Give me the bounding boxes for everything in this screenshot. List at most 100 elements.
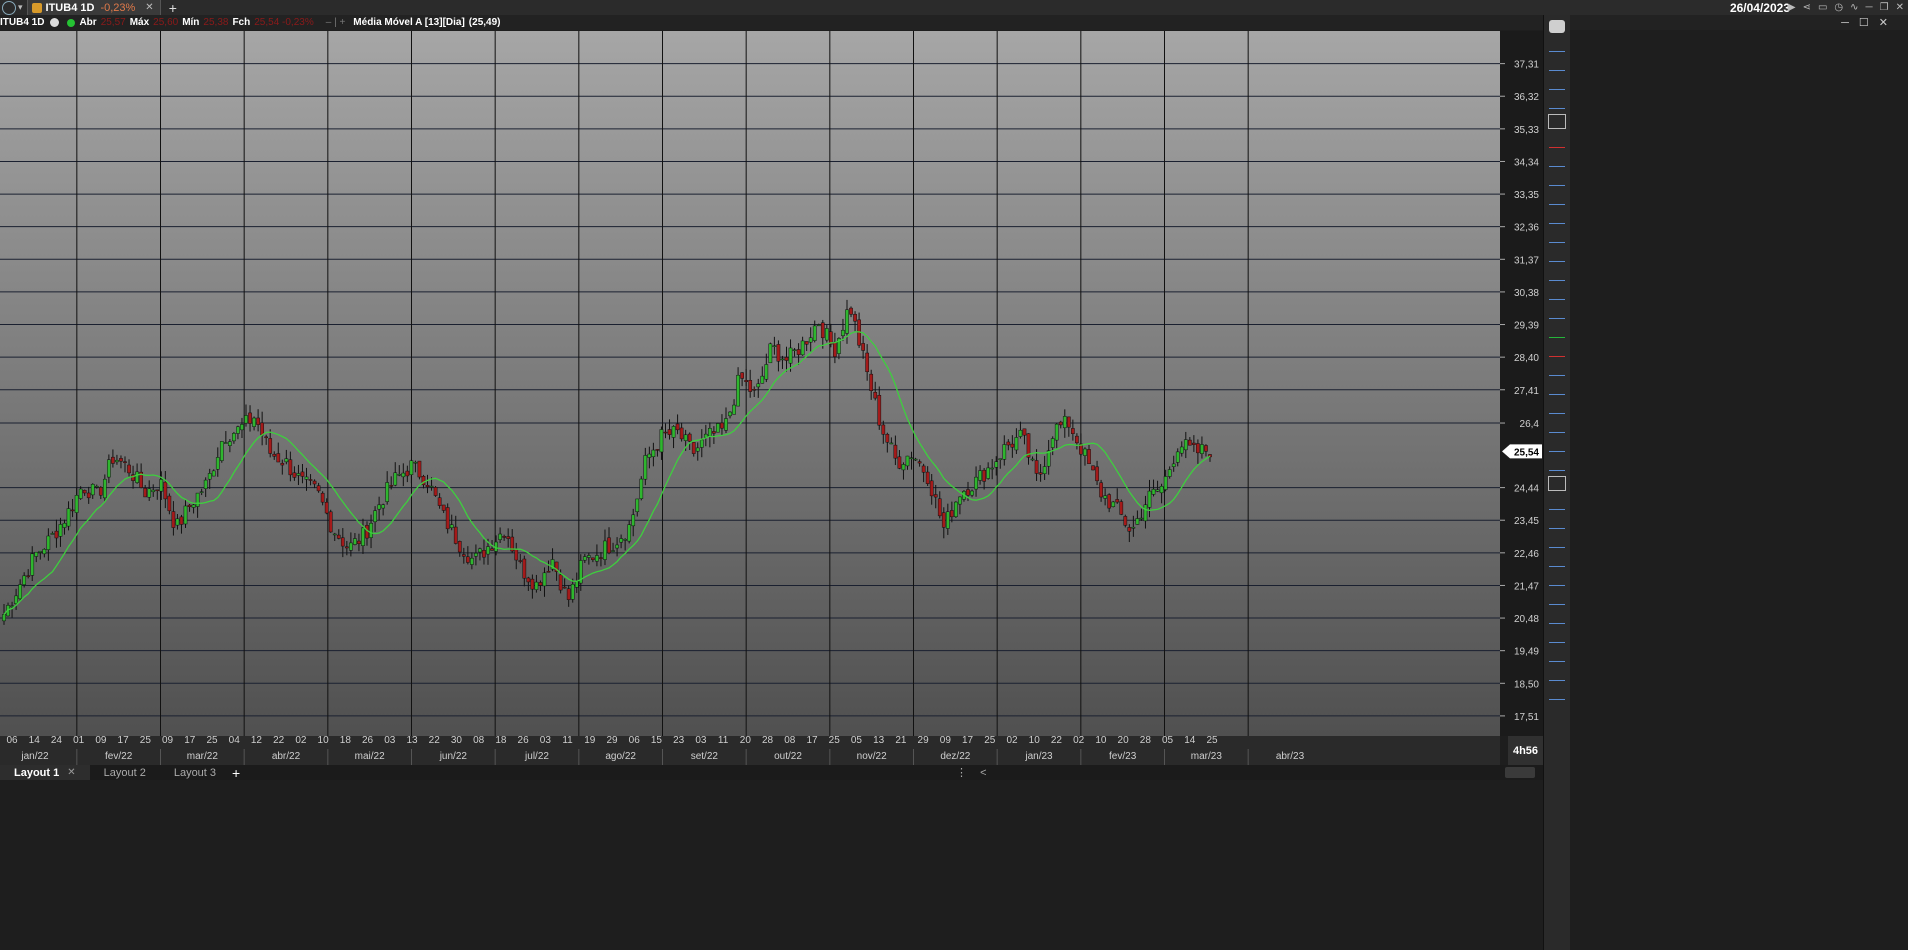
day-tick-label: 12 <box>251 735 263 746</box>
text-icon[interactable] <box>1549 305 1565 319</box>
minimize-icon[interactable]: ─ <box>1866 2 1873 13</box>
fibonacci-icon[interactable] <box>1549 362 1565 376</box>
candle-body <box>171 511 176 528</box>
candle-body <box>574 581 579 588</box>
pitchfork-icon[interactable] <box>1549 438 1565 452</box>
layout-tab-1[interactable]: Layout 1 ✕ <box>0 765 90 780</box>
candle-body <box>312 480 317 485</box>
angle-icon[interactable] <box>1549 610 1565 624</box>
month-tick-label: abr/23 <box>1276 751 1305 762</box>
deviation-icon[interactable] <box>1549 572 1565 586</box>
line-icon[interactable] <box>1549 172 1565 186</box>
close-layout-icon[interactable]: ✕ <box>67 767 75 778</box>
ray-icon[interactable] <box>1549 191 1565 205</box>
more-icon[interactable]: ⋮ <box>956 767 967 779</box>
candle-body <box>1171 463 1176 467</box>
chevron-down-icon[interactable]: ▾ <box>18 2 23 13</box>
arc-icon[interactable] <box>1549 400 1565 414</box>
circle-icon[interactable] <box>1549 496 1565 510</box>
day-tick-label: 17 <box>806 735 818 746</box>
candle-body <box>336 534 341 539</box>
edit-icon[interactable] <box>1549 95 1565 109</box>
expand-icon[interactable] <box>1549 686 1565 700</box>
tile-icon[interactable]: ▭ <box>1818 2 1827 13</box>
parallel-icon[interactable] <box>1549 229 1565 243</box>
fibo-time-icon[interactable] <box>1549 457 1565 471</box>
candle-body <box>945 511 950 529</box>
horizontal-line-icon[interactable] <box>1549 248 1565 262</box>
magnet-icon[interactable] <box>1549 134 1565 148</box>
scroll-left-icon[interactable]: < <box>980 767 986 779</box>
share-icon[interactable]: ⋖ <box>1803 2 1811 13</box>
buy-arrow-icon[interactable] <box>1549 324 1565 338</box>
close-window-icon[interactable]: ✕ <box>1896 2 1904 13</box>
candle-body <box>897 456 902 469</box>
fan-icon[interactable] <box>1549 381 1565 395</box>
layout-tab-3[interactable]: Layout 3 <box>160 765 230 780</box>
price-axis[interactable] <box>1500 31 1543 736</box>
day-tick-label: 03 <box>695 735 707 746</box>
range-icon[interactable] <box>1549 286 1565 300</box>
chart-close-icon[interactable]: ✕ <box>1879 16 1888 29</box>
candle-body <box>970 490 974 496</box>
candle-body <box>191 504 196 508</box>
candle-body <box>42 548 47 555</box>
scrollbar-thumb[interactable] <box>1505 767 1535 778</box>
cycle-lines-icon[interactable] <box>1549 629 1565 643</box>
chart-maximize-icon[interactable]: ☐ <box>1859 16 1869 29</box>
candle-body <box>639 478 644 499</box>
candle-body <box>381 504 385 509</box>
candle-body <box>792 349 797 351</box>
chart-minimize-icon[interactable]: ─ <box>1841 17 1849 29</box>
triangle-icon[interactable] <box>1549 515 1565 529</box>
candle-body <box>272 453 277 457</box>
crosshair-icon[interactable] <box>1549 38 1565 52</box>
day-tick-label: 10 <box>1095 735 1107 746</box>
alarm-icon[interactable]: ◷ <box>1834 2 1843 13</box>
andrews-icon[interactable] <box>1549 591 1565 605</box>
candle-body <box>296 473 301 476</box>
candle-body <box>546 571 551 573</box>
candle-body <box>22 575 27 585</box>
ellipse-icon[interactable] <box>1549 534 1565 548</box>
hand-icon[interactable] <box>1549 20 1565 33</box>
month-tick-label: fev/23 <box>1109 751 1137 762</box>
day-tick-label: 26 <box>362 735 374 746</box>
collapse-icon[interactable]: – | + <box>326 17 346 28</box>
rectangle-icon[interactable] <box>1548 476 1566 491</box>
restore-icon[interactable]: ❐ <box>1880 2 1889 13</box>
fibo-cycle-icon[interactable] <box>1549 648 1565 662</box>
add-tab-button[interactable]: + <box>169 0 177 16</box>
play-icon[interactable]: ▶ <box>1788 2 1796 13</box>
extended-line-icon[interactable] <box>1549 210 1565 224</box>
tab-itub4[interactable]: ITUB4 1D -0,23% ✕ <box>26 0 161 15</box>
gann-icon[interactable] <box>1549 667 1565 681</box>
pencil-icon[interactable] <box>1549 153 1565 167</box>
text-a-icon[interactable] <box>1548 114 1566 129</box>
price-chart[interactable]: 37,31 36,32 35,33 34,34 33,35 32,36 31,37 30,38… <box>0 31 1543 765</box>
candle-body <box>530 578 535 590</box>
timeframe-display[interactable]: 4h56 <box>1508 736 1543 765</box>
timer-icon[interactable] <box>1549 76 1565 90</box>
candle-body <box>768 343 773 364</box>
candle-body <box>228 441 232 446</box>
sell-arrow-icon[interactable] <box>1549 343 1565 357</box>
candle-body <box>990 467 995 470</box>
price-tick-label: 18,50 <box>1514 679 1539 690</box>
layout-tab-2[interactable]: Layout 2 <box>90 765 160 780</box>
day-tick-label: 05 <box>1162 735 1174 746</box>
channel-icon[interactable] <box>1549 267 1565 281</box>
candle-body <box>1155 489 1160 492</box>
candle-body <box>877 395 882 426</box>
clock-icon[interactable] <box>2 0 16 15</box>
month-tick-label: out/22 <box>774 751 802 762</box>
candle-body <box>1175 451 1180 463</box>
candle-body <box>937 498 942 517</box>
indicator-icon[interactable]: ∿ <box>1850 2 1858 13</box>
close-tab-icon[interactable]: ✕ <box>145 2 153 13</box>
eraser-icon[interactable] <box>1549 57 1565 71</box>
add-layout-button[interactable]: + <box>232 765 240 781</box>
fibo-fan-icon[interactable] <box>1549 419 1565 433</box>
regression-icon[interactable] <box>1549 553 1565 567</box>
candle-body <box>1058 421 1063 426</box>
